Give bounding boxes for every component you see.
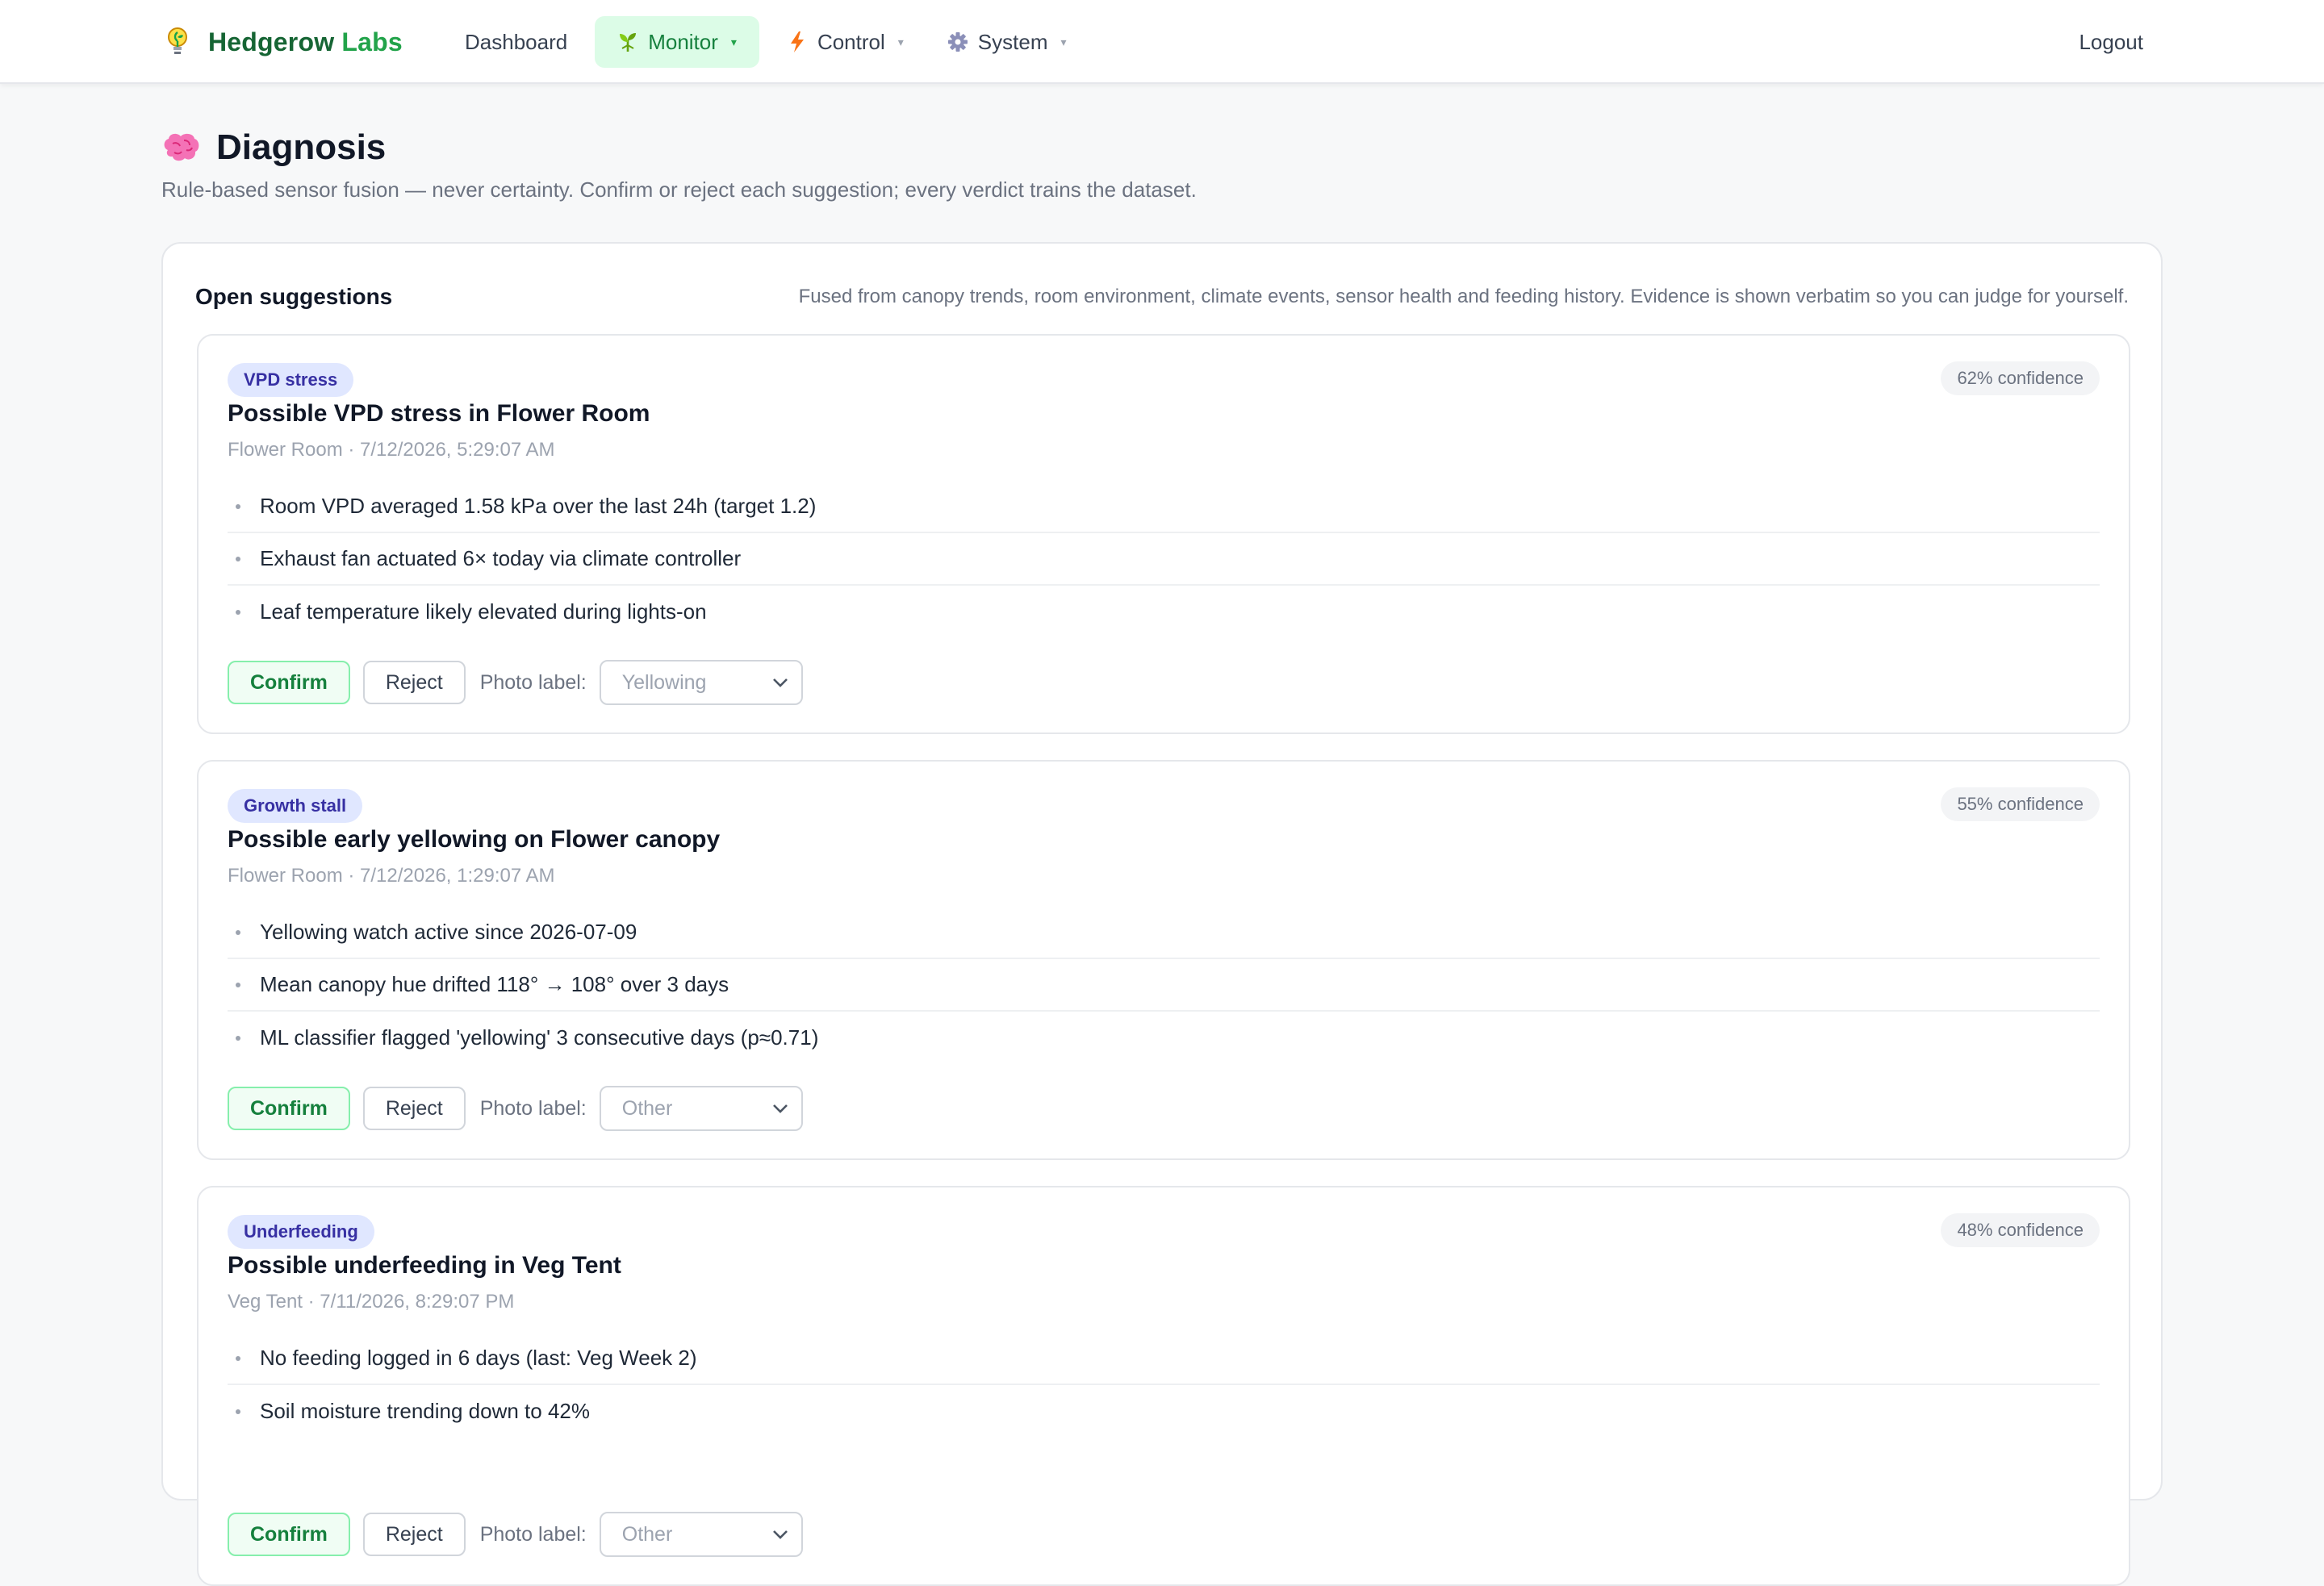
lightbulb-icon [168,27,187,54]
suggestion-actions: Confirm Reject Photo label: Yellowing [228,660,803,705]
evidence-item: Soil moisture trending down to 42% [228,1385,2100,1438]
suggestion-title: Possible early yellowing on Flower canop… [228,826,721,853]
bullet-icon [236,929,240,935]
evidence-list: Room VPD averaged 1.58 kPa over the last… [228,481,2100,638]
chevron-down-icon [772,1104,788,1113]
nav-system[interactable]: System ▾ [931,16,1083,68]
photo-label-value: Other [621,1096,673,1120]
confirm-button[interactable]: Confirm [228,1087,350,1130]
brand-name-accent: Labs [341,27,403,56]
sprout-icon [620,33,637,52]
chevron-down-icon [772,678,788,687]
photo-label-value: Yellowing [621,670,707,694]
chevron-down-icon [772,1530,788,1539]
page-subtitle: Rule-based sensor fusion — never certain… [161,177,1197,202]
photo-label-select[interactable]: Yellowing [599,660,803,705]
confirm-button[interactable]: Confirm [228,1513,350,1556]
nav-monitor-label: Monitor [648,29,718,54]
brand[interactable]: Hedgerow Labs [165,24,403,60]
chevron-down-icon: ▾ [897,35,904,48]
evidence-text: Mean canopy hue drifted 118° → 108° over… [260,972,729,996]
evidence-item: Exhaust fan actuated 6× today via climat… [228,533,2100,586]
suggestions-panel: Open suggestions Fused from canopy trend… [161,242,2163,1586]
suggestion-title: Possible underfeeding in Veg Tent [228,1252,621,1279]
evidence-item: Yellowing watch active since 2026-07-09 [228,907,2100,959]
photo-label-value: Other [621,1522,673,1546]
bullet-icon [236,503,240,509]
evidence-text: Leaf temperature likely elevated during … [260,599,707,624]
evidence-list: No feeding logged in 6 days (last: Veg W… [228,1333,2100,1438]
photo-label-select[interactable]: Other [599,1512,803,1557]
brand-name: Hedgerow Labs [208,27,403,57]
suggestion-meta: Flower Room · 7/12/2026, 5:29:07 AM [228,439,555,461]
evidence-list: Yellowing watch active since 2026-07-09 … [228,907,2100,1064]
page-title: Diagnosis [216,127,387,167]
evidence-text: Yellowing watch active since 2026-07-09 [260,920,637,944]
bullet-icon [236,1409,240,1414]
logout-link[interactable]: Logout [2079,24,2143,60]
top-navbar: Hedgerow Labs Dashboard Monitor ▾ Contro… [0,0,2324,84]
suggestion-card: VPD stress 62% confidence Possible VPD s… [197,334,2130,734]
evidence-text: Exhaust fan actuated 6× today via climat… [260,546,742,570]
bullet-icon [236,982,240,987]
category-badge: Underfeeding [228,1215,374,1249]
suggestion-actions: Confirm Reject Photo label: Other [228,1512,803,1557]
bullet-icon [236,1035,240,1041]
evidence-item: Room VPD averaged 1.58 kPa over the last… [228,481,2100,533]
brain-icon [164,133,199,161]
lightning-icon [790,31,804,52]
reject-button[interactable]: Reject [362,1087,466,1130]
nav-system-label: System [977,29,1048,54]
reject-button[interactable]: Reject [362,661,466,704]
evidence-text: Soil moisture trending down to 42% [260,1399,591,1423]
nav-control-label: Control [817,29,885,54]
bullet-icon [236,556,240,561]
nav-control[interactable]: Control ▾ [771,16,920,68]
suggestion-title: Possible VPD stress in Flower Room [228,400,650,427]
nav-dashboard-label: Dashboard [465,29,568,54]
confidence-badge: 55% confidence [1941,787,2100,821]
suggestion-card: Underfeeding 48% confidence Possible und… [197,1186,2130,1586]
bullet-icon [236,609,240,615]
confirm-button[interactable]: Confirm [228,661,350,704]
chevron-down-icon: ▾ [1060,35,1067,48]
page-header: Diagnosis Rule-based sensor fusion — nev… [161,121,1197,202]
evidence-item: Leaf temperature likely elevated during … [228,586,2100,638]
gear-icon [947,32,968,52]
nav-dashboard[interactable]: Dashboard [449,16,583,68]
brand-name-main: Hedgerow [208,27,335,56]
suggestion-meta: Veg Tent · 7/11/2026, 8:29:07 PM [228,1291,515,1313]
confidence-badge: 48% confidence [1941,1213,2100,1247]
evidence-text: No feeding logged in 6 days (last: Veg W… [260,1346,697,1370]
photo-label-select[interactable]: Other [599,1086,803,1131]
confidence-badge: 62% confidence [1941,361,2100,395]
suggestion-meta: Flower Room · 7/12/2026, 1:29:07 AM [228,865,555,887]
evidence-text: Room VPD averaged 1.58 kPa over the last… [260,494,817,518]
photo-label-caption: Photo label: [479,1096,587,1120]
panel-title: Open suggestions [195,284,393,309]
reject-button[interactable]: Reject [362,1513,466,1556]
category-badge: Growth stall [228,789,363,823]
photo-label-caption: Photo label: [479,1522,587,1546]
bullet-icon [236,1355,240,1361]
main-nav: Dashboard Monitor ▾ Control ▾ System ▾ [449,16,1083,68]
panel-description: Fused from canopy trends, room environme… [798,286,2129,307]
photo-label-caption: Photo label: [479,670,587,694]
evidence-item: No feeding logged in 6 days (last: Veg W… [228,1333,2100,1385]
category-badge: VPD stress [228,363,354,397]
suggestion-card: Growth stall 55% confidence Possible ear… [197,760,2130,1160]
suggestion-actions: Confirm Reject Photo label: Other [228,1086,803,1131]
evidence-text: ML classifier flagged 'yellowing' 3 cons… [260,1025,819,1050]
chevron-down-icon: ▾ [730,35,737,48]
evidence-item: Mean canopy hue drifted 118° → 108° over… [228,959,2100,1012]
nav-monitor[interactable]: Monitor ▾ [595,16,759,68]
evidence-item: ML classifier flagged 'yellowing' 3 cons… [228,1012,2100,1064]
